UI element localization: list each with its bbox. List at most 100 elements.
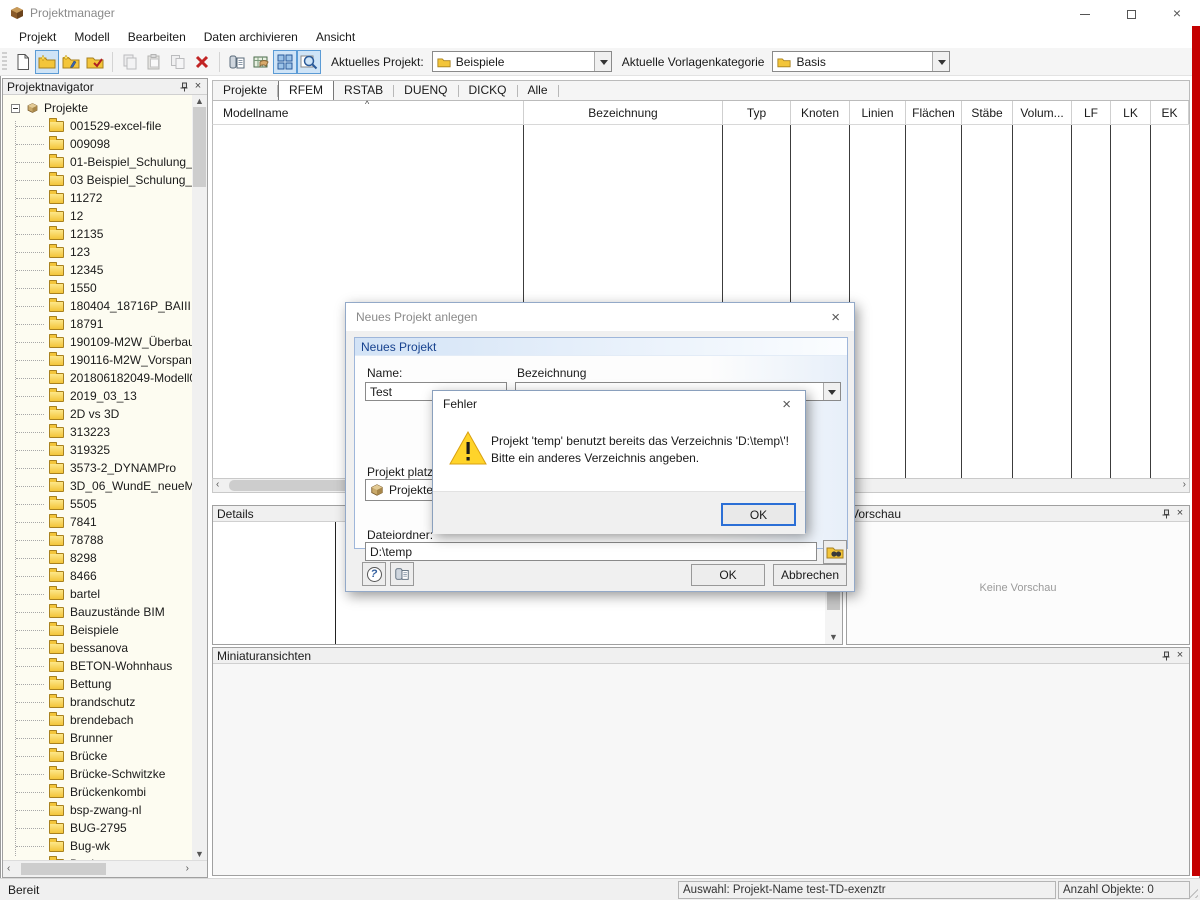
collapse-icon[interactable] (11, 104, 20, 113)
apply-template-button[interactable] (390, 562, 414, 586)
tab-rfem[interactable]: RFEM (278, 81, 334, 100)
help-button[interactable]: ? (362, 562, 386, 586)
tab-alle[interactable]: Alle (518, 81, 558, 100)
tree-item[interactable]: 190109-M2W_Überbauu (3, 333, 192, 351)
tree-item[interactable]: brendebach (3, 711, 192, 729)
column-bezeichnung[interactable]: Bezeichnung (524, 101, 723, 124)
close-icon[interactable]: × (191, 80, 205, 93)
folder-input[interactable]: D:\temp (365, 542, 817, 561)
export-table-button[interactable] (249, 50, 273, 74)
tree-item[interactable]: bessanova (3, 639, 192, 657)
ok-button[interactable]: OK (721, 503, 796, 526)
import-button[interactable] (225, 50, 249, 74)
pin-icon[interactable] (1159, 507, 1173, 520)
close-icon[interactable]: × (1173, 649, 1187, 662)
delete-button[interactable] (190, 50, 214, 74)
column-ek[interactable]: EK (1151, 101, 1189, 124)
pin-icon[interactable] (177, 80, 191, 93)
new-model-button[interactable] (11, 50, 35, 74)
template-category-combo[interactable]: Basis (772, 51, 950, 72)
tree-item[interactable]: 190116-M2W_Vorspanne (3, 351, 192, 369)
tab-dickq[interactable]: DICKQ (459, 81, 517, 100)
tree-item[interactable]: 12 (3, 207, 192, 225)
tree-item[interactable]: 313223 (3, 423, 192, 441)
dialog-title-bar[interactable]: Neues Projekt anlegen × (346, 303, 854, 331)
toolbar-grip[interactable] (2, 52, 7, 72)
tree-item[interactable]: Brücke (3, 747, 192, 765)
current-project-combo[interactable]: Beispiele (432, 51, 612, 72)
tree-item[interactable]: Brunner (3, 729, 192, 747)
scroll-right-icon[interactable]: › (186, 863, 189, 874)
menu-ansicht[interactable]: Ansicht (307, 27, 364, 47)
tree-item[interactable]: 3573-2_DYNAMPro (3, 459, 192, 477)
tree-item[interactable]: 201806182049-Modell030 (3, 369, 192, 387)
menu-projekt[interactable]: Projekt (10, 27, 65, 47)
dialog-title-bar[interactable]: Fehler × (433, 391, 805, 417)
column-typ[interactable]: Typ (723, 101, 791, 124)
tree-item[interactable]: 009098 (3, 135, 192, 153)
tree-item[interactable]: 01-Beispiel_Schulung_Rip (3, 153, 192, 171)
tree-item[interactable]: 001529-excel-file (3, 117, 192, 135)
column-modellname[interactable]: ^Modellname (213, 101, 524, 124)
column-lf[interactable]: LF (1072, 101, 1111, 124)
tree-item[interactable]: Bettung (3, 675, 192, 693)
menu-daten-archivieren[interactable]: Daten archivieren (195, 27, 307, 47)
close-button[interactable]: × (1154, 0, 1200, 26)
tree-item[interactable]: 5505 (3, 495, 192, 513)
scroll-up-icon[interactable]: ▲ (192, 96, 207, 106)
column-volumen[interactable]: Volum... (1013, 101, 1072, 124)
tree-item[interactable]: brandschutz (3, 693, 192, 711)
tree-item[interactable]: 8466 (3, 567, 192, 585)
tree-item[interactable]: bsp-zwang-nl (3, 801, 192, 819)
new-project-button[interactable] (35, 50, 59, 74)
tree-item[interactable]: Brückenkombi (3, 783, 192, 801)
column-linien[interactable]: Linien (850, 101, 906, 124)
tree-item[interactable]: 123 (3, 243, 192, 261)
scroll-down-icon[interactable]: ▼ (825, 632, 842, 642)
tree-item[interactable]: 8298 (3, 549, 192, 567)
tree-item[interactable]: 2019_03_13 (3, 387, 192, 405)
tree-item[interactable]: BUG-2795 (3, 819, 192, 837)
duplicate-button[interactable] (166, 50, 190, 74)
tree-item[interactable]: Beispiele (3, 621, 192, 639)
menu-bearbeiten[interactable]: Bearbeiten (119, 27, 195, 47)
ok-button[interactable]: OK (691, 564, 765, 586)
dropdown-arrow-icon[interactable] (594, 52, 611, 71)
tab-projekte[interactable]: Projekte (213, 81, 277, 100)
close-icon[interactable]: × (1173, 507, 1187, 520)
tree-vertical-scrollbar[interactable]: ▲ ▼ (192, 95, 207, 860)
column-lk[interactable]: LK (1111, 101, 1151, 124)
column-staebe[interactable]: Stäbe (962, 101, 1013, 124)
tree-item[interactable]: bartel (3, 585, 192, 603)
tree-item[interactable]: 12345 (3, 261, 192, 279)
menu-modell[interactable]: Modell (65, 27, 118, 47)
tab-rstab[interactable]: RSTAB (334, 81, 393, 100)
tree-item[interactable]: BETON-Wohnhaus (3, 657, 192, 675)
pin-icon[interactable] (1159, 649, 1173, 662)
tree-item[interactable]: 3D_06_WundE_neueMez (3, 477, 192, 495)
scroll-left-icon[interactable]: ‹ (216, 479, 219, 490)
maximize-button[interactable] (1108, 0, 1154, 26)
tree-item[interactable]: 2D vs 3D (3, 405, 192, 423)
close-icon[interactable]: × (778, 396, 795, 413)
tab-duenq[interactable]: DUENQ (394, 81, 457, 100)
copy-button[interactable] (118, 50, 142, 74)
grid-view-button[interactable] (273, 50, 297, 74)
tree-item[interactable]: 03 Beispiel_Schulung_Rip (3, 171, 192, 189)
close-icon[interactable]: × (827, 309, 844, 326)
tree-item[interactable]: 78788 (3, 531, 192, 549)
tree-item[interactable]: Bauzustände BIM (3, 603, 192, 621)
tree-item[interactable]: 11272 (3, 189, 192, 207)
column-knoten[interactable]: Knoten (791, 101, 850, 124)
minimize-button[interactable] (1062, 0, 1108, 26)
search-view-button[interactable] (297, 50, 321, 74)
tree-horizontal-scrollbar[interactable]: ‹ › (3, 860, 207, 877)
browse-folder-button[interactable] (823, 540, 847, 564)
tree-item[interactable]: Brücke-Schwitzke (3, 765, 192, 783)
cancel-button[interactable]: Abbrechen (773, 564, 847, 586)
dropdown-arrow-icon[interactable] (823, 383, 840, 400)
scroll-down-icon[interactable]: ▼ (192, 849, 207, 859)
scroll-right-icon[interactable]: › (1183, 479, 1186, 490)
scroll-left-icon[interactable]: ‹ (7, 863, 10, 874)
tree-item[interactable]: 1550 (3, 279, 192, 297)
